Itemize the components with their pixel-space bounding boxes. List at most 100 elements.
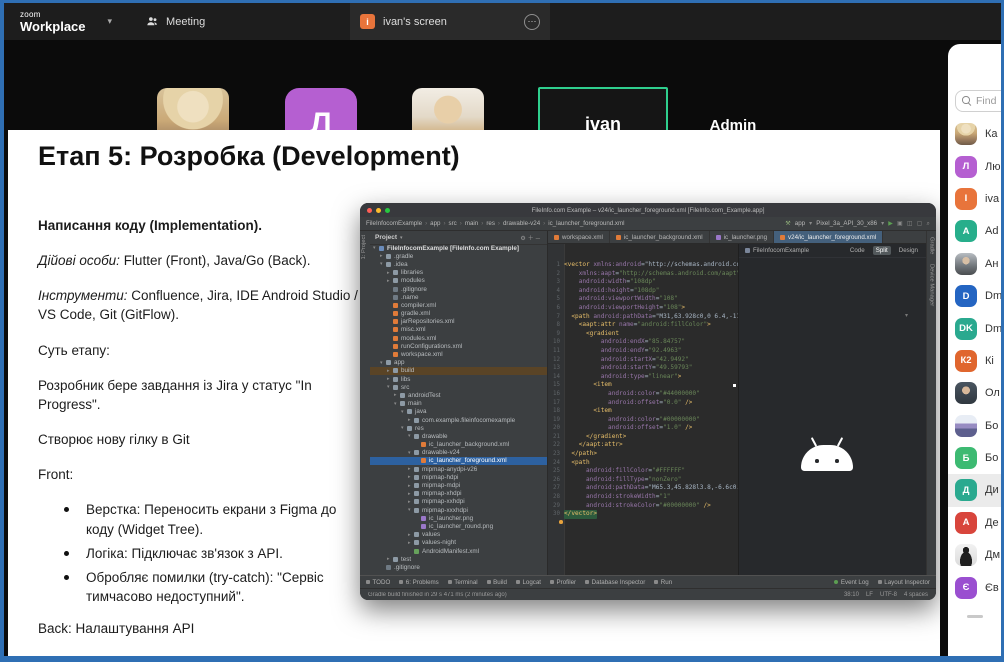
view-mode-code[interactable]: Code [847,246,868,255]
project-tree-item[interactable]: ▸modules [370,277,547,285]
close-traffic-light[interactable] [367,208,372,213]
tool-window-button[interactable]: TODO [366,579,390,586]
project-panel-header[interactable]: Project ▾ ⚙＋─ [370,231,547,245]
build-hammer-icon[interactable]: ⚒ [785,220,791,227]
tool-stripe-label[interactable]: Gradle [929,237,935,254]
participant-row[interactable]: Бо [948,410,1001,442]
project-tree-item[interactable]: compiler.xml [370,301,547,309]
project-tree-item[interactable]: ▸values-night [370,539,547,547]
sidebar-resize-handle[interactable] [967,615,983,618]
tool-window-button[interactable]: 6: Problems [399,579,439,586]
project-tree-item[interactable]: .name [370,293,547,301]
project-tree-item[interactable]: ▸mipmap-mdpi [370,481,547,489]
view-mode-design[interactable]: Design [896,246,921,255]
device-selector[interactable]: Pixel_3a_API_30_x86 [816,220,877,227]
project-tree-item[interactable]: ic_launcher_background.xml [370,441,547,449]
project-tree-item[interactable]: ic_launcher_foreground.xml [370,457,547,465]
project-tree-item[interactable]: .gitignore [370,285,547,293]
project-tree-item[interactable]: ▸libs [370,375,547,383]
more-options-icon[interactable]: ⋯ [524,14,540,30]
tool-stripe-label[interactable]: Device Manager [929,264,935,306]
project-tree-item[interactable]: ▾main [370,400,547,408]
project-tree-item[interactable]: ic_launcher.png [370,514,547,522]
minimize-traffic-light[interactable] [376,208,381,213]
tab-ivans-screen[interactable]: i ivan's screen ⋯ [350,3,550,40]
participant-row[interactable]: АДе [948,507,1001,539]
participant-row[interactable]: Ка [948,118,1001,150]
tool-window-button[interactable]: Build [487,579,507,586]
breadcrumb-item[interactable]: res [486,220,495,227]
project-tree-item[interactable]: misc.xml [370,326,547,334]
run-config-selector[interactable]: app [795,220,805,227]
project-tree-item[interactable]: ▾FileInfocomExample [FileInfo.com Exampl… [370,244,547,252]
project-stripe-label[interactable]: 1: Project [361,235,367,260]
participant-search[interactable]: Find [955,90,1001,112]
project-tree-item[interactable]: ▾res [370,424,547,432]
participant-row[interactable]: ЛЛю [948,150,1001,182]
editor-tab[interactable]: workspace.xml [548,231,610,243]
project-tree-item[interactable]: ▸build [370,367,547,375]
tool-window-button[interactable]: Logcat [516,579,541,586]
chevron-down-icon[interactable]: ▾ [108,16,113,27]
project-tree-item[interactable]: runConfigurations.xml [370,342,547,350]
tool-window-button[interactable]: Terminal [448,579,478,586]
project-tree-item[interactable]: ▾app [370,359,547,367]
project-tree-item[interactable]: ▾.idea [370,260,547,268]
project-tree-item[interactable]: AndroidManifest.xml [370,547,547,555]
project-tree-item[interactable]: ▸mipmap-xxhdpi [370,498,547,506]
maximize-traffic-light[interactable] [385,208,390,213]
project-tree-item[interactable]: ▸mipmap-xhdpi [370,490,547,498]
participant-row[interactable]: DDm [948,280,1001,312]
breadcrumb-item[interactable]: drawable-v24 [503,220,540,227]
project-tree-item[interactable]: .gitignore [370,563,547,571]
project-tree-item[interactable]: jarRepositories.xml [370,318,547,326]
breadcrumb-item[interactable]: ic_launcher_foreground.xml [548,220,624,227]
view-mode-split[interactable]: Split [873,246,891,255]
project-tree-item[interactable]: ▾java [370,408,547,416]
breadcrumb-item[interactable]: FileInfocomExample [366,220,422,227]
project-panel-actions[interactable]: ⚙＋─ [520,233,542,242]
project-tree-item[interactable]: ▸mipmap-anydpi-v26 [370,465,547,473]
tool-window-button[interactable]: Event Log [834,579,868,586]
tool-window-button[interactable]: Database Inspector [585,579,645,586]
editor-tab[interactable]: ic_launcher.png [710,231,774,243]
run-button[interactable]: ▶ [888,220,893,227]
participant-row[interactable]: Iiva [948,183,1001,215]
project-tree-item[interactable]: gradle.xml [370,310,547,318]
participant-row[interactable]: Дм [948,539,1001,571]
project-tree-item[interactable]: ▾drawable [370,432,547,440]
participant-row[interactable]: AAd [948,215,1001,247]
project-tree-item[interactable]: ▸libraries [370,269,547,277]
project-tree-item[interactable]: ▸.gradle [370,252,547,260]
editor-tab[interactable]: ic_launcher_background.xml [610,231,710,243]
project-tree-item[interactable]: ▾drawable-v24 [370,449,547,457]
tab-meeting[interactable]: Meeting [146,15,205,28]
tool-window-button[interactable]: Layout Inspector [878,579,930,586]
participant-row[interactable]: К2Кі [948,345,1001,377]
project-tree-item[interactable]: ic_launcher_round.png [370,522,547,530]
scrollbar-marker[interactable] [733,384,736,387]
code-editor[interactable]: 1<vector xmlns:android="http://schemas.a… [548,244,738,575]
breadcrumb-item[interactable]: src [449,220,457,227]
project-tree-item[interactable]: ▸test [370,555,547,563]
participant-row[interactable]: ББо [948,442,1001,474]
profile-button[interactable]: ◫ [907,220,913,227]
project-tree-item[interactable]: ▸mipmap-hdpi [370,473,547,481]
project-tree-item[interactable]: workspace.xml [370,350,547,358]
participant-row[interactable]: Ол [948,377,1001,409]
participant-row[interactable]: Ан [948,248,1001,280]
tool-window-button[interactable]: Run [654,579,672,586]
project-tree-item[interactable]: ▸androidTest [370,391,547,399]
editor-tab[interactable]: v24/ic_launcher_foreground.xml [774,231,883,243]
participant-row[interactable]: DKDm [948,312,1001,344]
debug-button[interactable]: ▣ [897,220,903,227]
participant-row[interactable]: ЄЄв [948,571,1001,603]
breadcrumb-item[interactable]: main [465,220,478,227]
project-tree-item[interactable]: modules.xml [370,334,547,342]
preview-zoom-icon[interactable]: ▾ [905,312,908,319]
project-tree-item[interactable]: ▸values [370,531,547,539]
search-everywhere-icon[interactable]: ⌕ [927,220,930,228]
stop-button[interactable]: ▢ [917,220,923,227]
tool-window-button[interactable]: Profiler [550,579,576,586]
project-tree-item[interactable]: ▸com.example.fileinfocomexample [370,416,547,424]
